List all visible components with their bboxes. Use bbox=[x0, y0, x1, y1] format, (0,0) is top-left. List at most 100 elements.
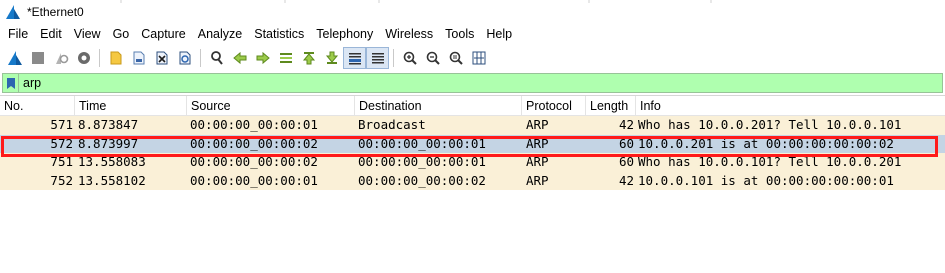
display-filter-input[interactable] bbox=[23, 74, 923, 92]
cell-source: 00:00:00_00:00:02 bbox=[190, 135, 318, 151]
go-back-icon bbox=[232, 51, 246, 65]
capture-options-icon bbox=[77, 52, 90, 64]
toolbar-separator bbox=[200, 49, 201, 67]
go-to-packet-icon bbox=[279, 53, 292, 63]
cell-source: 00:00:00_00:00:01 bbox=[190, 172, 318, 188]
cell-time: 8.873847 bbox=[78, 117, 139, 132]
resize-columns-icon bbox=[472, 51, 485, 65]
menu-bar: File Edit View Go Capture Analyze Statis… bbox=[0, 24, 945, 45]
menu-tools[interactable]: Tools bbox=[439, 24, 480, 45]
toolbar-separator bbox=[99, 49, 100, 67]
reload-button[interactable] bbox=[173, 47, 196, 69]
normal-size-button[interactable] bbox=[444, 47, 467, 69]
capture-options-button[interactable] bbox=[72, 47, 95, 69]
restart-icon bbox=[55, 53, 68, 64]
cell-destination: 00:00:00_00:00:02 bbox=[358, 172, 486, 188]
cell-no: 751 bbox=[50, 154, 73, 169]
divider bbox=[710, 0, 712, 3]
shark-fin-start-icon bbox=[7, 51, 22, 65]
first-packet-button[interactable] bbox=[297, 47, 320, 69]
packet-row[interactable]: 751 13.558083 00:00:00_00:00:02 00:00:00… bbox=[0, 153, 945, 172]
menu-analyze[interactable]: Analyze bbox=[192, 24, 248, 45]
cell-info: Who has 10.0.0.201? Tell 10.0.0.101 bbox=[638, 117, 902, 132]
cell-info: 10.0.0.101 is at 00:00:00:00:00:01 bbox=[638, 172, 894, 188]
stop-capture-button[interactable] bbox=[26, 47, 49, 69]
find-packet-button[interactable] bbox=[205, 47, 228, 69]
zoom-in-icon bbox=[403, 51, 417, 65]
zoom-in-button[interactable] bbox=[398, 47, 421, 69]
go-forward-icon bbox=[256, 51, 270, 65]
cell-destination: 00:00:00_00:00:01 bbox=[358, 135, 486, 151]
column-header-length[interactable]: Length bbox=[586, 96, 636, 116]
open-file-button[interactable] bbox=[104, 47, 127, 69]
go-to-packet-button[interactable] bbox=[274, 47, 297, 69]
colorize-icon bbox=[371, 53, 384, 64]
menu-telephony[interactable]: Telephony bbox=[310, 24, 379, 45]
colorize-button[interactable] bbox=[366, 47, 389, 69]
menu-help[interactable]: Help bbox=[480, 24, 518, 45]
menu-file[interactable]: File bbox=[2, 24, 34, 45]
main-toolbar bbox=[0, 45, 945, 71]
find-packet-icon bbox=[210, 51, 223, 65]
cell-length: 60 bbox=[618, 154, 634, 169]
column-header-destination[interactable]: Destination bbox=[355, 96, 522, 116]
column-header-source[interactable]: Source bbox=[187, 96, 355, 116]
cell-time: 8.873997 bbox=[78, 135, 139, 151]
cell-source: 00:00:00_00:00:02 bbox=[190, 154, 318, 169]
menu-wireless[interactable]: Wireless bbox=[379, 24, 439, 45]
column-header-protocol[interactable]: Protocol bbox=[522, 96, 586, 116]
divider bbox=[588, 0, 590, 3]
menu-capture[interactable]: Capture bbox=[135, 24, 191, 45]
packet-row[interactable]: 571 8.873847 00:00:00_00:00:01 Broadcast… bbox=[0, 116, 945, 135]
first-packet-icon bbox=[302, 52, 315, 65]
cell-length: 42 bbox=[618, 172, 634, 188]
column-header-info[interactable]: Info bbox=[636, 96, 945, 116]
divider bbox=[284, 0, 286, 3]
auto-scroll-button[interactable] bbox=[343, 47, 366, 69]
column-header-time[interactable]: Time bbox=[75, 96, 187, 116]
cell-time: 13.558102 bbox=[78, 172, 146, 188]
cell-protocol: ARP bbox=[526, 135, 549, 151]
save-file-icon bbox=[133, 51, 144, 65]
cell-protocol: ARP bbox=[526, 154, 549, 169]
cell-source: 00:00:00_00:00:01 bbox=[190, 117, 318, 132]
go-forward-button[interactable] bbox=[251, 47, 274, 69]
column-header-no[interactable]: No. bbox=[0, 96, 75, 116]
packet-row[interactable]: 752 13.558102 00:00:00_00:00:01 00:00:00… bbox=[0, 171, 945, 190]
menu-statistics[interactable]: Statistics bbox=[248, 24, 310, 45]
cell-protocol: ARP bbox=[526, 117, 549, 132]
cell-info: Who has 10.0.0.101? Tell 10.0.0.201 bbox=[638, 154, 902, 169]
toolbar-separator bbox=[393, 49, 394, 67]
divider bbox=[120, 0, 122, 3]
zoom-out-button[interactable] bbox=[421, 47, 444, 69]
menu-go[interactable]: Go bbox=[107, 24, 136, 45]
cell-no: 571 bbox=[50, 117, 73, 132]
bookmark-icon bbox=[6, 77, 15, 89]
filter-bookmark-button[interactable] bbox=[3, 74, 19, 92]
restart-capture-button[interactable] bbox=[49, 47, 72, 69]
cell-destination: 00:00:00_00:00:01 bbox=[358, 154, 486, 169]
save-file-button[interactable] bbox=[127, 47, 150, 69]
display-filter-bar bbox=[2, 73, 943, 93]
menu-edit[interactable]: Edit bbox=[34, 24, 68, 45]
packet-list-header: No. Time Source Destination Protocol Len… bbox=[0, 96, 945, 116]
divider bbox=[378, 0, 380, 3]
last-packet-button[interactable] bbox=[320, 47, 343, 69]
go-back-button[interactable] bbox=[228, 47, 251, 69]
close-file-icon bbox=[156, 51, 167, 65]
packet-row-selected[interactable]: 572 8.873997 00:00:00_00:00:02 00:00:00_… bbox=[0, 134, 945, 153]
cell-length: 60 bbox=[618, 135, 634, 151]
menu-view[interactable]: View bbox=[68, 24, 107, 45]
cell-info: 10.0.0.201 is at 00:00:00:00:00:02 bbox=[638, 135, 894, 151]
wireshark-fin-icon bbox=[6, 5, 20, 19]
cell-no: 752 bbox=[50, 172, 73, 188]
cell-protocol: ARP bbox=[526, 172, 549, 188]
auto-scroll-icon bbox=[348, 53, 361, 65]
resize-columns-button[interactable] bbox=[467, 47, 490, 69]
cell-no: 572 bbox=[50, 135, 73, 151]
cell-time: 13.558083 bbox=[78, 154, 146, 169]
cell-destination: Broadcast bbox=[358, 117, 426, 132]
start-capture-button[interactable] bbox=[3, 47, 26, 69]
stop-icon bbox=[31, 52, 44, 64]
close-file-button[interactable] bbox=[150, 47, 173, 69]
